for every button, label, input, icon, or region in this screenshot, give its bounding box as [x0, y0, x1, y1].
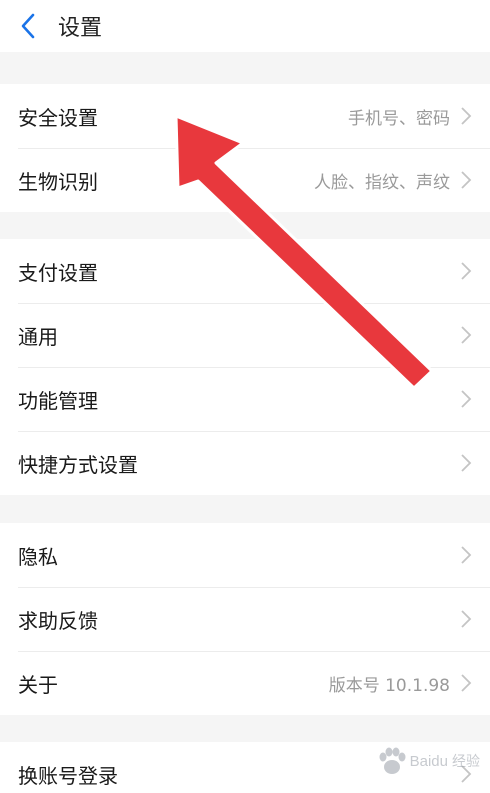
- settings-item-label: 隐私: [18, 544, 58, 569]
- settings-item-label: 功能管理: [18, 388, 98, 413]
- chevron-right-icon: [461, 262, 472, 280]
- chevron-right-icon: [461, 326, 472, 344]
- settings-item-shortcuts[interactable]: 快捷方式设置: [0, 431, 490, 495]
- settings-group-general: 支付设置 通用 功能管理 快捷方式设置: [0, 239, 490, 495]
- paw-icon: [379, 747, 406, 774]
- settings-item-payment[interactable]: 支付设置: [0, 239, 490, 303]
- settings-item-value: 手机号、密码: [348, 108, 450, 129]
- settings-item-security[interactable]: 安全设置 手机号、密码: [0, 84, 490, 148]
- settings-item-help-feedback[interactable]: 求助反馈: [0, 587, 490, 651]
- chevron-right-icon: [461, 610, 472, 628]
- settings-item-label: 求助反馈: [18, 608, 98, 633]
- settings-item-value: 人脸、指纹、声纹: [314, 172, 450, 193]
- settings-item-features[interactable]: 功能管理: [0, 367, 490, 431]
- settings-item-biometrics[interactable]: 生物识别 人脸、指纹、声纹: [0, 148, 490, 212]
- chevron-right-icon: [461, 546, 472, 564]
- chevron-right-icon: [461, 171, 472, 189]
- chevron-right-icon: [461, 674, 472, 692]
- chevron-right-icon: [461, 107, 472, 125]
- settings-item-label: 通用: [18, 324, 58, 349]
- settings-item-label: 关于: [18, 672, 58, 697]
- settings-item-about[interactable]: 关于 版本号 10.1.98: [0, 651, 490, 715]
- page-title: 设置: [58, 16, 103, 41]
- watermark-text: Baidu: [409, 752, 448, 770]
- chevron-right-icon: [461, 454, 472, 472]
- chevron-left-icon: [21, 13, 35, 39]
- settings-item-label: 安全设置: [18, 105, 98, 130]
- settings-group-account: 安全设置 手机号、密码 生物识别 人脸、指纹、声纹: [0, 84, 490, 212]
- settings-item-label: 支付设置: [18, 260, 98, 285]
- back-button[interactable]: [0, 0, 56, 52]
- chevron-right-icon: [461, 390, 472, 408]
- settings-page: 设置 安全设置 手机号、密码 生物识别 人脸、指纹、声纹 支付设置 通用 功能管…: [0, 0, 490, 793]
- settings-group-about: 隐私 求助反馈 关于 版本号 10.1.98: [0, 523, 490, 715]
- settings-item-privacy[interactable]: 隐私: [0, 523, 490, 587]
- top-bar: 设置: [0, 0, 490, 52]
- settings-item-general[interactable]: 通用: [0, 303, 490, 367]
- version-value: 版本号 10.1.98: [328, 675, 450, 696]
- settings-item-label: 生物识别: [18, 169, 98, 194]
- baidu-watermark: Baidu 经验: [376, 747, 480, 775]
- watermark-subtext: 经验: [452, 754, 480, 770]
- settings-item-label: 快捷方式设置: [18, 452, 138, 477]
